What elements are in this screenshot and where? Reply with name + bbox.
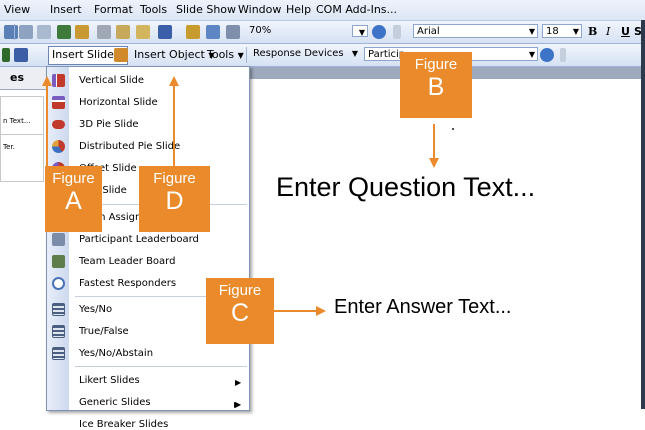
callout-word: Figure <box>52 170 95 187</box>
callout-letter: A <box>65 187 82 215</box>
menu-item-label: Ice Breaker Slides <box>79 419 169 430</box>
callout-figure-b: Figure B <box>400 52 472 118</box>
callout-figure-d: Figure D <box>139 166 210 232</box>
callout-figure-c: Figure C <box>206 278 274 344</box>
callout-letter: B <box>427 73 445 101</box>
callout-figure-a: Figure A <box>45 166 102 232</box>
callout-letter: D <box>165 187 184 215</box>
callout-letter: C <box>230 299 250 327</box>
callout-word: Figure <box>414 56 458 73</box>
callout-word: Figure <box>218 282 262 299</box>
callout-word: Figure <box>153 170 196 187</box>
